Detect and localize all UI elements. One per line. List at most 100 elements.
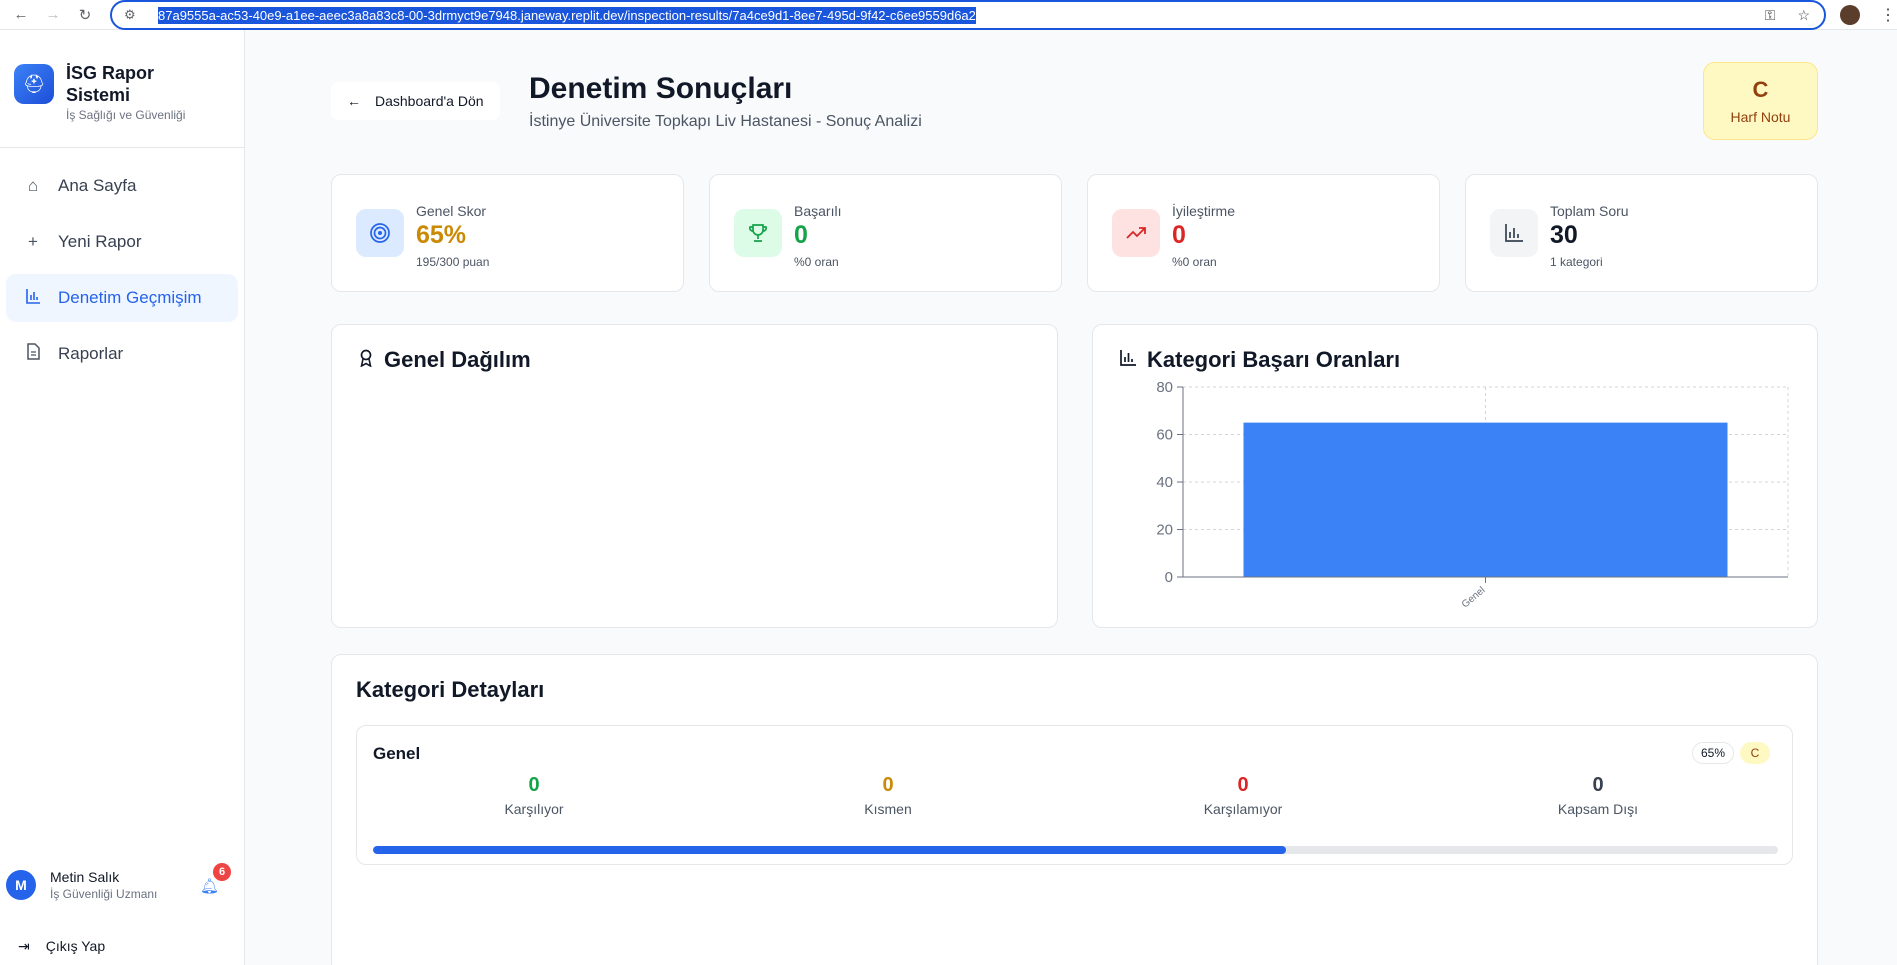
category-chart-panel: Kategori Başarı Oranları 0 20 40 60 80 Genel <box>1092 324 1818 628</box>
category-name: Genel <box>373 744 421 763</box>
grade-label: Harf Notu <box>1730 109 1791 125</box>
main-content: ← Dashboard'a Dön Denetim Sonuçları İsti… <box>331 30 1818 965</box>
y-tick-label: 40 <box>1156 474 1173 491</box>
panel-title: Genel Dağılım <box>358 347 531 373</box>
category-progress-fill <box>373 846 1287 854</box>
stat-sub: 195/300 puan <box>416 255 490 269</box>
trending-up-icon <box>1112 209 1160 257</box>
back-arrow-icon[interactable]: ← <box>10 4 32 26</box>
stat-label: Genel Skor <box>416 203 487 219</box>
sidebar-nav: ⌂ Ana Sayfa + Yeni Rapor Denetim Geçmişi… <box>0 148 244 400</box>
category-stat-value: 0 <box>528 774 540 796</box>
stat-label: İyileştirme <box>1172 203 1236 219</box>
logout-icon: ⇥ <box>18 937 30 954</box>
page-header: ← Dashboard'a Dön Denetim Sonuçları İsti… <box>331 30 1818 158</box>
stat-card-iyilestirme: İyileştirme 0 %0 oran <box>1087 174 1440 292</box>
category-details-title: Kategori Detayları <box>356 677 545 702</box>
category-stat-label: Karşılamıyor <box>1203 801 1283 817</box>
avatar: M <box>6 870 36 900</box>
category-stat-value: 0 <box>1592 774 1604 796</box>
category-stat-kismen: 0 Kısmen <box>711 774 1065 817</box>
profile-avatar-icon[interactable] <box>1840 5 1860 25</box>
user-name: Metin Salık <box>50 869 120 885</box>
sidebar-item-label: Raporlar <box>58 344 124 363</box>
brand-subtitle: İş Sağlığı ve Güvenliği <box>66 108 186 122</box>
y-tick-label: 60 <box>1156 427 1173 444</box>
stat-value: 0 <box>1172 221 1186 249</box>
distribution-panel: Genel Dağılım <box>331 324 1058 628</box>
bell-icon[interactable]: 🔔︎ <box>200 877 219 895</box>
target-icon <box>356 209 404 257</box>
distribution-title: Genel Dağılım <box>384 347 531 372</box>
sidebar-item-denetim-gecmisim[interactable]: Denetim Geçmişim <box>6 274 238 322</box>
category-details-panel: Kategori Detayları Genel 65% C 0 Karşılı… <box>331 654 1818 965</box>
y-tick-label: 80 <box>1156 379 1173 396</box>
category-stat-label: Kısmen <box>864 801 912 817</box>
category-stat-value: 0 <box>1237 774 1249 796</box>
logout-label: Çıkış Yap <box>45 938 106 954</box>
stat-value: 30 <box>1550 221 1578 249</box>
trophy-icon <box>734 209 782 257</box>
stat-card-basarili: Başarılı 0 %0 oran <box>709 174 1062 292</box>
award-icon <box>358 349 374 372</box>
forward-arrow-icon[interactable]: → <box>42 4 64 26</box>
stat-card-toplam-soru: Toplam Soru 30 1 kategori <box>1465 174 1818 292</box>
site-info-icon[interactable]: ⚙ <box>124 7 144 23</box>
user-profile: M Metin Salık İş Güvenliği Uzmanı 🔔︎ 6 <box>0 855 245 915</box>
sidebar: ⛑ İSG Rapor Sistemi İş Sağlığı ve Güvenl… <box>0 30 245 965</box>
bar <box>1243 422 1728 577</box>
plus-icon: + <box>28 232 38 251</box>
sidebar-item-label: Yeni Rapor <box>58 232 142 251</box>
stat-label: Başarılı <box>794 203 842 219</box>
page-title: Denetim Sonuçları <box>529 72 793 105</box>
url-text[interactable]: 87a9555a-ac53-40e9-a1ee-aeec3a8a83c8-00-… <box>158 6 976 24</box>
brand-title: İSG Rapor Sistemi <box>66 63 155 105</box>
category-progress-bar <box>373 846 1778 854</box>
sidebar-item-label: Ana Sayfa <box>58 176 137 195</box>
back-button-label: Dashboard'a Dön <box>375 93 484 109</box>
stat-card-genel-skor: Genel Skor 65% 195/300 puan <box>331 174 684 292</box>
password-key-icon[interactable]: ⚿ <box>1765 7 1776 24</box>
reload-icon[interactable]: ↻ <box>74 4 96 26</box>
document-icon <box>22 343 44 365</box>
arrow-left-icon: ← <box>347 93 361 109</box>
notification-badge: 6 <box>213 863 231 881</box>
x-tick-label: Genel <box>1460 585 1488 611</box>
stat-value: 0 <box>794 221 808 249</box>
stat-sub: 1 kategori <box>1550 255 1603 269</box>
grade-badge: C Harf Notu <box>1703 62 1818 140</box>
category-stat-label: Karşılıyor <box>504 801 564 817</box>
category-grade-badge: C <box>1740 742 1770 764</box>
category-stat-karsilamiyor: 0 Karşılamıyor <box>1066 774 1420 817</box>
bar-chart-icon <box>22 288 44 309</box>
y-tick-label: 20 <box>1156 522 1173 539</box>
brand: ⛑ İSG Rapor Sistemi İş Sağlığı ve Güvenl… <box>0 30 244 148</box>
grade-letter: C <box>1752 77 1769 102</box>
sidebar-item-raporlar[interactable]: Raporlar <box>6 330 238 378</box>
category-stat-label: Kapsam Dışı <box>1557 801 1639 817</box>
browser-menu-icon[interactable]: ⋮ <box>1880 5 1896 25</box>
logout-button[interactable]: ⇥ Çıkış Yap <box>18 933 105 959</box>
stat-sub: %0 oran <box>1172 255 1217 269</box>
page-subtitle: İstinye Üniversite Topkapı Liv Hastanesi… <box>529 113 922 130</box>
category-stat-value: 0 <box>882 774 894 796</box>
category-stat-kapsam-disi: 0 Kapsam Dışı <box>1421 774 1775 817</box>
address-bar[interactable]: ⚙ 87a9555a-ac53-40e9-a1ee-aeec3a8a83c8-0… <box>110 0 1826 30</box>
stat-sub: %0 oran <box>794 255 839 269</box>
stats-row: Genel Skor 65% 195/300 puan Başarılı 0 %… <box>331 174 1818 292</box>
stat-label: Toplam Soru <box>1550 203 1629 219</box>
sidebar-item-ana-sayfa[interactable]: ⌂ Ana Sayfa <box>6 162 238 210</box>
browser-toolbar: ← → ↻ ⚙ 87a9555a-ac53-40e9-a1ee-aeec3a8a… <box>0 0 1897 30</box>
bookmark-star-icon[interactable]: ☆ <box>1797 7 1810 24</box>
category-percent-badge: 65% <box>1692 742 1734 764</box>
hard-hat-icon: ⛑ <box>14 64 54 104</box>
bar-chart-icon <box>1490 209 1538 257</box>
category-stat-karsiliyor: 0 Karşılıyor <box>357 774 711 817</box>
category-card: Genel 65% C 0 Karşılıyor 0 Kısmen 0 Karş… <box>356 725 1793 865</box>
back-to-dashboard-button[interactable]: ← Dashboard'a Dön <box>331 82 500 120</box>
category-bar-chart: 0 20 40 60 80 Genel <box>1156 379 1789 611</box>
stat-value: 65% <box>416 221 467 249</box>
user-role: İş Güvenliği Uzmanı <box>50 887 158 901</box>
y-tick-label: 0 <box>1165 569 1173 586</box>
sidebar-item-yeni-rapor[interactable]: + Yeni Rapor <box>6 218 238 266</box>
